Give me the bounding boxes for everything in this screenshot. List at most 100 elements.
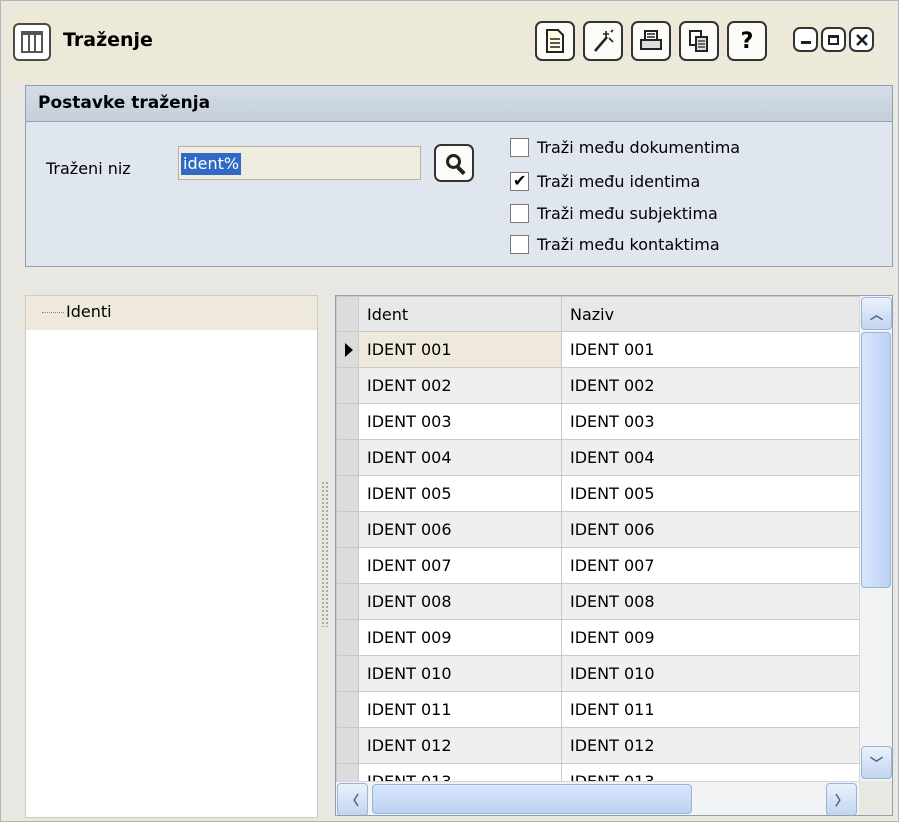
search-input-value: ident% bbox=[181, 153, 242, 175]
cell-ident[interactable]: IDENT 007 bbox=[358, 547, 562, 584]
vertical-scroll-thumb[interactable] bbox=[861, 332, 891, 588]
cell-naziv[interactable]: IDENT 002 bbox=[561, 367, 860, 404]
search-input[interactable]: ident% bbox=[178, 146, 421, 180]
search-button[interactable] bbox=[434, 144, 474, 182]
cell-ident[interactable]: IDENT 011 bbox=[358, 691, 562, 728]
horizontal-scrollbar[interactable]: 〈 〉 bbox=[336, 781, 859, 815]
table-row[interactable]: IDENT 001 IDENT 001 bbox=[336, 331, 860, 368]
cell-naziv[interactable]: IDENT 004 bbox=[561, 439, 860, 476]
row-indicator[interactable] bbox=[336, 511, 359, 548]
checkbox-label: Traži među kontaktima bbox=[537, 234, 720, 254]
title-bar: Traženje ? bbox=[7, 7, 894, 83]
cell-naziv[interactable]: IDENT 005 bbox=[561, 475, 860, 512]
table-row[interactable]: IDENT 003 IDENT 003 bbox=[336, 403, 860, 440]
table-row[interactable]: IDENT 005 IDENT 005 bbox=[336, 475, 860, 512]
row-indicator[interactable] bbox=[336, 367, 359, 404]
horizontal-scroll-thumb[interactable] bbox=[372, 784, 692, 814]
scroll-right-button[interactable]: 〉 bbox=[826, 783, 857, 815]
cell-ident[interactable]: IDENT 006 bbox=[358, 511, 562, 548]
row-indicator[interactable] bbox=[336, 331, 359, 368]
table-row[interactable]: IDENT 008 IDENT 008 bbox=[336, 583, 860, 620]
wizard-button[interactable] bbox=[583, 21, 623, 61]
scroll-down-button[interactable]: ﹀ bbox=[861, 746, 892, 779]
table-row[interactable]: IDENT 012 IDENT 012 bbox=[336, 727, 860, 764]
checkbox-box[interactable] bbox=[510, 137, 529, 157]
row-indicator[interactable] bbox=[336, 475, 359, 512]
column-header-naziv[interactable]: Naziv bbox=[561, 296, 860, 332]
table-row[interactable]: IDENT 006 IDENT 006 bbox=[336, 511, 860, 548]
column-header-ident[interactable]: Ident bbox=[358, 296, 562, 332]
row-indicator[interactable] bbox=[336, 403, 359, 440]
vertical-scrollbar[interactable]: ︿ ﹀ bbox=[859, 296, 892, 781]
cell-naziv[interactable]: IDENT 001 bbox=[561, 331, 860, 368]
help-button[interactable]: ? bbox=[727, 21, 767, 61]
tree-item-identi[interactable]: Identi bbox=[26, 296, 317, 330]
cell-ident[interactable]: IDENT 002 bbox=[358, 367, 562, 404]
new-document-button[interactable] bbox=[535, 21, 575, 61]
scroll-up-button[interactable]: ︿ bbox=[861, 297, 892, 330]
cell-ident[interactable]: IDENT 009 bbox=[358, 619, 562, 656]
checkbox-subjects[interactable]: Traži među subjektima bbox=[510, 202, 718, 224]
row-indicator[interactable] bbox=[336, 691, 359, 728]
print-button[interactable] bbox=[631, 21, 671, 61]
row-indicator-header bbox=[336, 296, 359, 332]
cell-naziv[interactable]: IDENT 009 bbox=[561, 619, 860, 656]
chevron-right-icon: 〉 bbox=[834, 794, 848, 809]
table-row[interactable]: IDENT 007 IDENT 007 bbox=[336, 547, 860, 584]
table-row[interactable]: IDENT 004 IDENT 004 bbox=[336, 439, 860, 476]
cell-ident[interactable]: IDENT 003 bbox=[358, 403, 562, 440]
table-row[interactable]: IDENT 009 IDENT 009 bbox=[336, 619, 860, 656]
table-row[interactable]: IDENT 011 IDENT 011 bbox=[336, 691, 860, 728]
export-button[interactable] bbox=[679, 21, 719, 61]
minimize-icon bbox=[800, 40, 811, 44]
search-window: Traženje ? Postavke traženja Traženi niz… bbox=[0, 0, 899, 822]
row-indicator[interactable] bbox=[336, 583, 359, 620]
checkbox-documents[interactable]: Traži među dokumentima bbox=[510, 136, 740, 158]
cell-ident[interactable]: IDENT 005 bbox=[358, 475, 562, 512]
checkbox-contacts[interactable]: Traži među kontaktima bbox=[510, 233, 720, 255]
cell-ident[interactable]: IDENT 010 bbox=[358, 655, 562, 692]
window-title: Traženje bbox=[63, 29, 153, 51]
row-indicator[interactable] bbox=[336, 439, 359, 476]
table-row[interactable]: IDENT 002 IDENT 002 bbox=[336, 367, 860, 404]
window-menu-icon[interactable] bbox=[13, 23, 51, 61]
close-button[interactable] bbox=[849, 27, 874, 52]
current-row-arrow-icon bbox=[345, 343, 353, 357]
cell-naziv[interactable]: IDENT 006 bbox=[561, 511, 860, 548]
document-icon bbox=[546, 29, 564, 53]
panel-title: Postavke traženja bbox=[38, 93, 211, 113]
checkbox-box[interactable] bbox=[510, 234, 529, 254]
cell-ident[interactable]: IDENT 008 bbox=[358, 583, 562, 620]
cell-ident[interactable]: IDENT 012 bbox=[358, 727, 562, 764]
row-indicator[interactable] bbox=[336, 619, 359, 656]
chevron-up-icon: ︿ bbox=[869, 308, 883, 323]
cell-ident[interactable]: IDENT 001 bbox=[358, 331, 562, 368]
maximize-button[interactable] bbox=[821, 27, 846, 52]
checkbox-box[interactable] bbox=[510, 203, 529, 223]
table-row[interactable]: IDENT 010 IDENT 010 bbox=[336, 655, 860, 692]
checkbox-label: Traži među identima bbox=[537, 171, 701, 191]
splitter-handle[interactable] bbox=[321, 481, 329, 627]
results-grid: Ident Naziv IDENT 001 IDENT 001 IDENT 002 I… bbox=[335, 295, 893, 816]
tree-item-label: Identi bbox=[66, 302, 112, 321]
cell-naziv[interactable]: IDENT 003 bbox=[561, 403, 860, 440]
cell-naziv[interactable]: IDENT 007 bbox=[561, 547, 860, 584]
cell-naziv[interactable]: IDENT 011 bbox=[561, 691, 860, 728]
scrollbar-corner bbox=[859, 781, 892, 815]
cell-naziv[interactable]: IDENT 012 bbox=[561, 727, 860, 764]
checkbox-box[interactable]: ✔ bbox=[510, 170, 529, 191]
checkbox-idents[interactable]: ✔ Traži među identima bbox=[510, 170, 700, 192]
printer-icon bbox=[640, 30, 662, 50]
minimize-button[interactable] bbox=[793, 27, 818, 52]
row-indicator[interactable] bbox=[336, 655, 359, 692]
cell-ident[interactable]: IDENT 004 bbox=[358, 439, 562, 476]
cell-naziv[interactable]: IDENT 008 bbox=[561, 583, 860, 620]
help-icon: ? bbox=[740, 28, 754, 54]
close-icon bbox=[855, 33, 868, 46]
checkbox-label: Traži među dokumentima bbox=[537, 137, 741, 157]
scroll-left-button[interactable]: 〈 bbox=[337, 783, 368, 815]
row-indicator[interactable] bbox=[336, 727, 359, 764]
checkmark-icon: ✔ bbox=[513, 170, 527, 190]
cell-naziv[interactable]: IDENT 010 bbox=[561, 655, 860, 692]
row-indicator[interactable] bbox=[336, 547, 359, 584]
